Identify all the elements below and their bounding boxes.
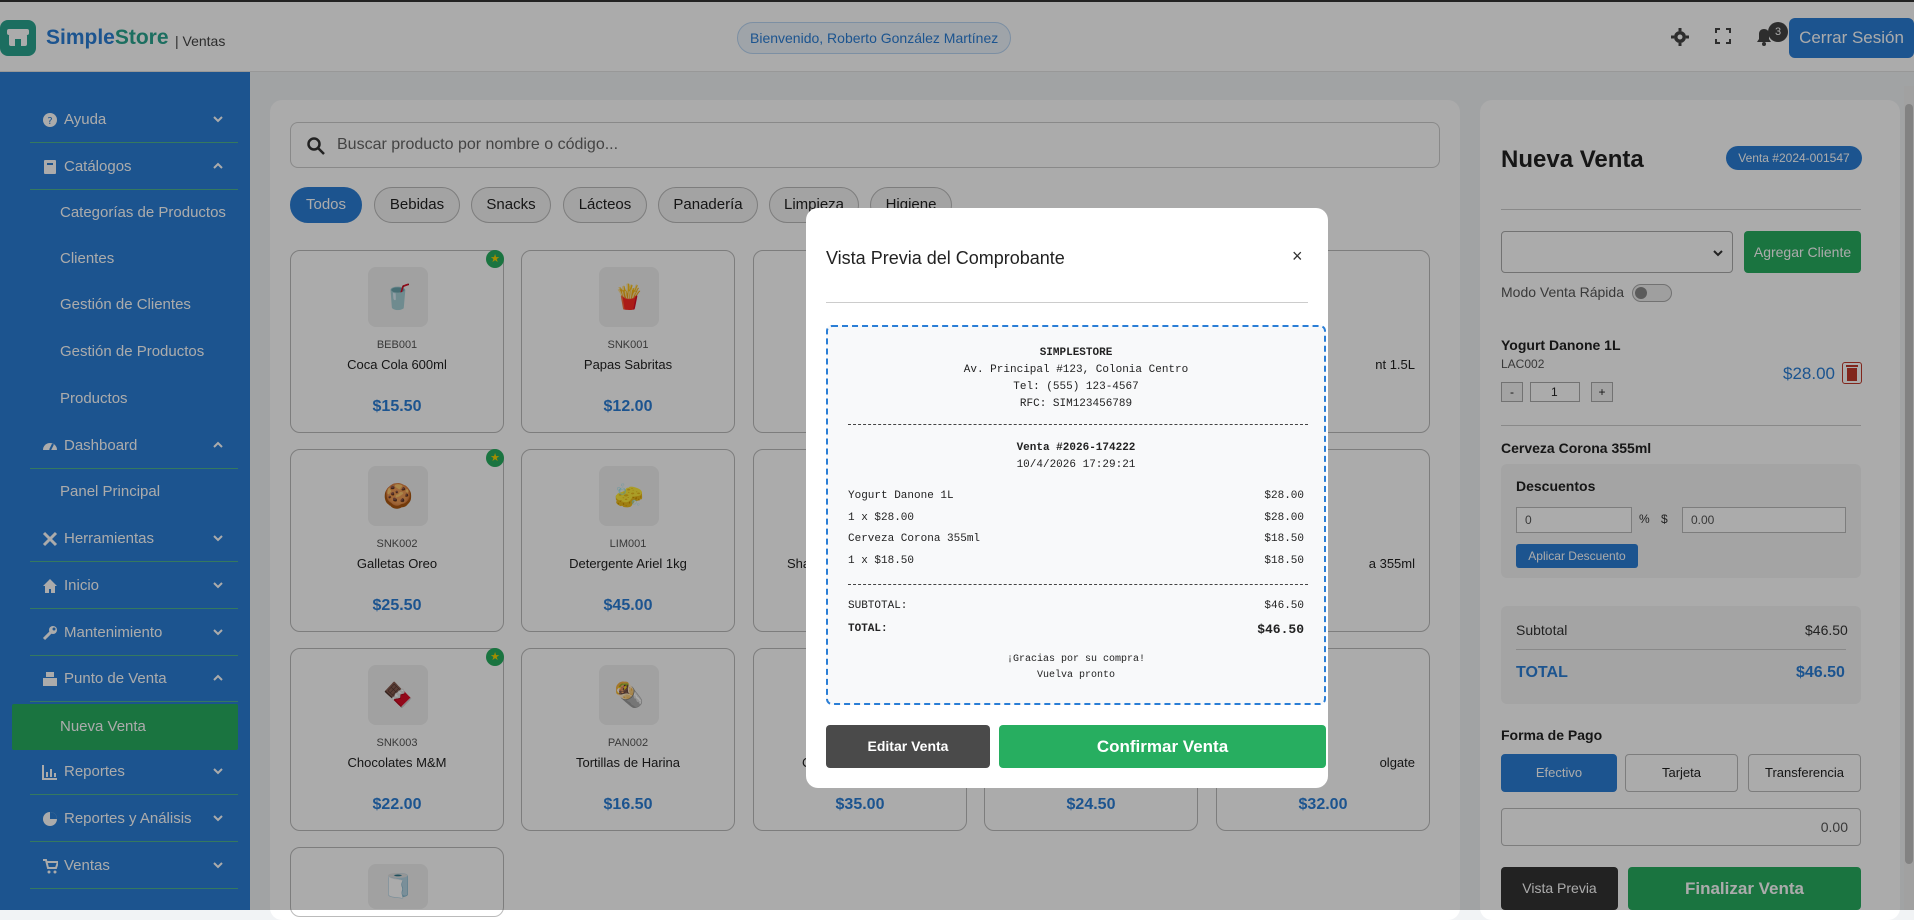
receipt-preview-modal: Vista Previa del Comprobante × SIMPLESTO… (806, 208, 1328, 788)
receipt-rfc: RFC: SIM123456789 (1019, 398, 1133, 410)
receipt-subtotal-label: SUBTOTAL: (848, 600, 908, 612)
receipt-total-label: TOTAL: (848, 623, 888, 635)
modal-title: Vista Previa del Comprobante (826, 248, 1065, 268)
receipt-line-right: $28.00 (1264, 490, 1304, 502)
receipt-line-left: 1 x $28.00 (848, 512, 915, 524)
receipt-subtotal-value: $46.50 (1264, 600, 1304, 612)
receipt-datetime: 10/4/2026 17:29:21 (1016, 459, 1136, 471)
receipt-address: Av. Principal #123, Colonia Centro (963, 364, 1189, 376)
close-icon[interactable]: × (1292, 246, 1303, 267)
receipt-divider (848, 424, 1308, 425)
confirm-sale-button[interactable]: Confirmar Venta (999, 725, 1326, 768)
receipt-divider (848, 584, 1308, 585)
receipt-line-left: Yogurt Danone 1L (848, 490, 954, 502)
receipt-line-right: $18.50 (1264, 555, 1304, 567)
receipt-sale-number: Venta #2026-174222 (1016, 442, 1136, 454)
divider (826, 302, 1308, 303)
edit-sale-button[interactable]: Editar Venta (826, 725, 990, 768)
receipt-phone: Tel: (555) 123-4567 (1013, 381, 1139, 393)
receipt-farewell: Vuelva pronto (1036, 670, 1115, 681)
receipt-line-right: $28.00 (1264, 512, 1304, 524)
receipt-thanks: ¡Gracias por su compra! (1006, 654, 1146, 665)
receipt-line-right: $18.50 (1264, 533, 1304, 545)
receipt-total-value: $46.50 (1257, 622, 1304, 637)
receipt: SIMPLESTORE Av. Principal #123, Colonia … (826, 325, 1326, 705)
receipt-line-left: Cerveza Corona 355ml (848, 533, 981, 545)
receipt-store-name: SIMPLESTORE (1039, 347, 1113, 359)
receipt-line-left: 1 x $18.50 (848, 555, 915, 567)
